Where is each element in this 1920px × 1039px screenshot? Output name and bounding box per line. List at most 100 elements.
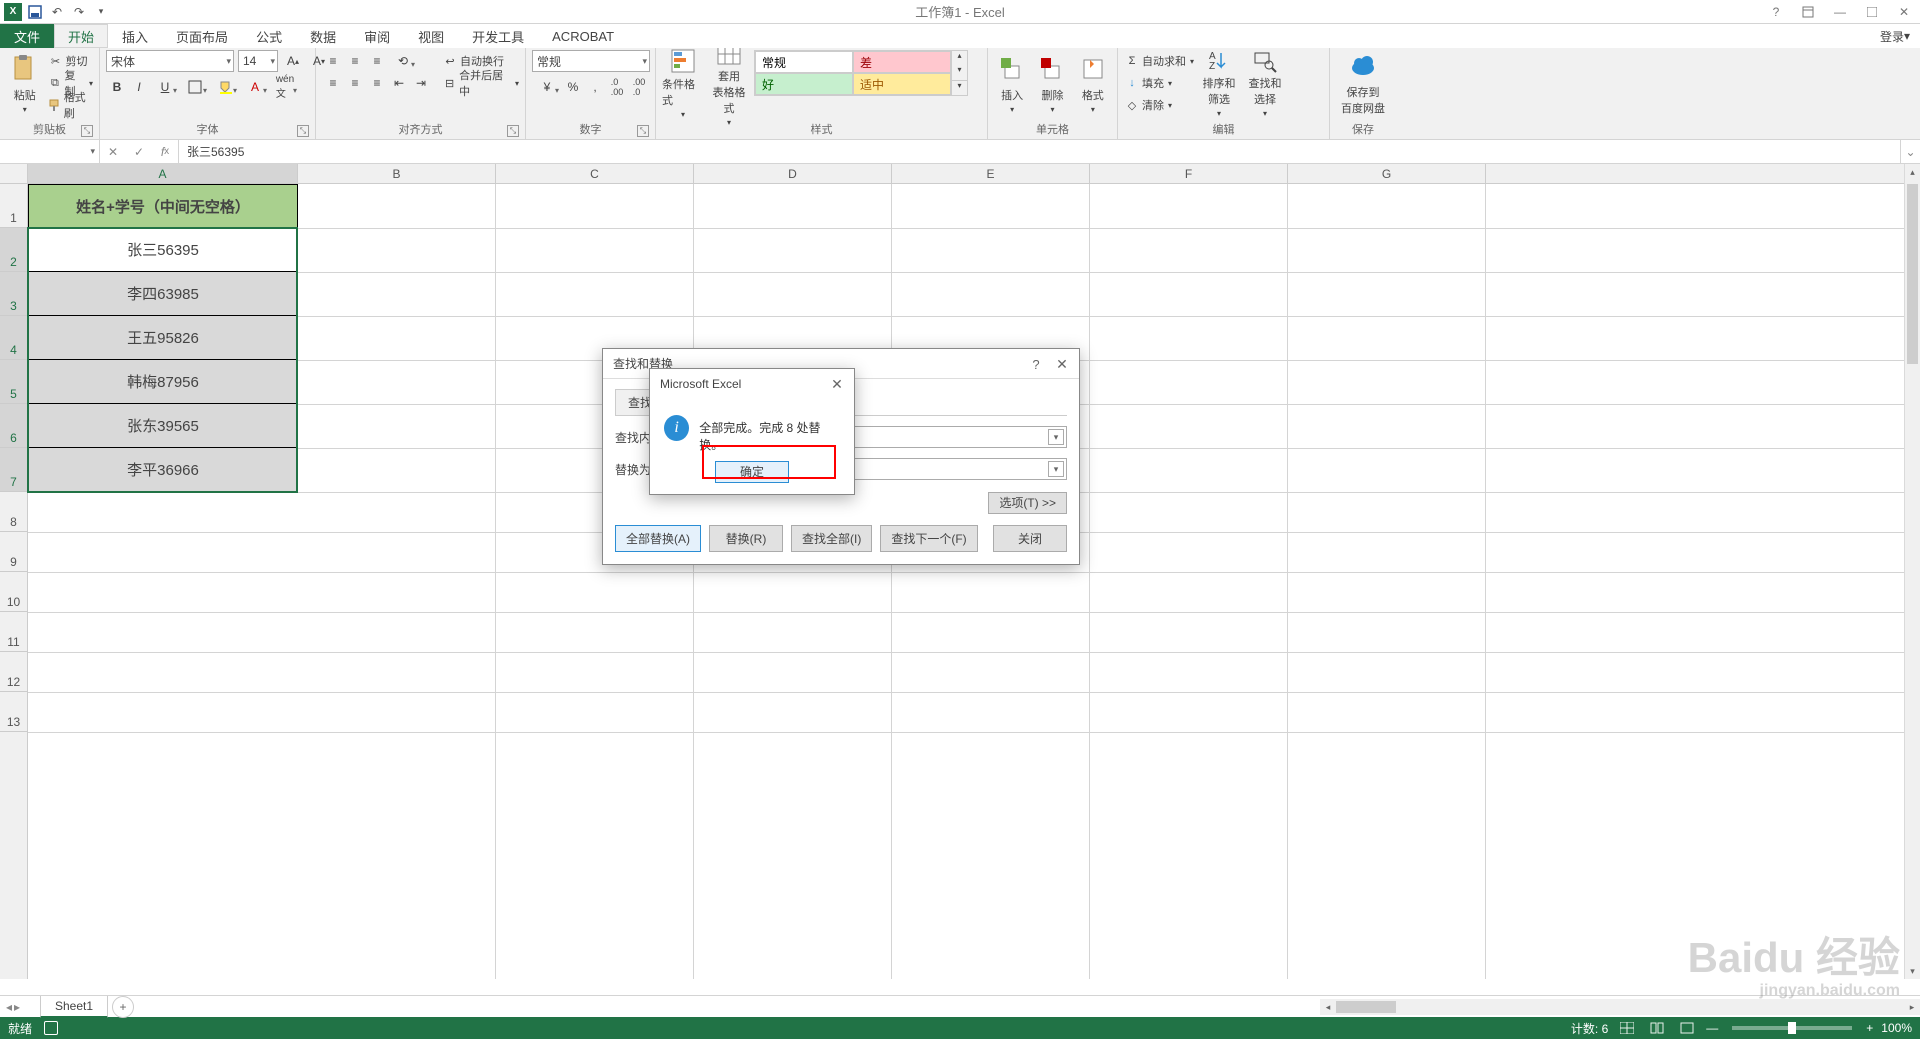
col-header-A[interactable]: A xyxy=(28,164,298,183)
row-header-6[interactable]: 6 xyxy=(0,404,27,448)
align-center-icon[interactable]: ≡ xyxy=(344,72,366,94)
increase-font-icon[interactable]: A▴ xyxy=(282,50,304,72)
replace-button[interactable]: 替换(R) xyxy=(709,525,783,552)
hscroll-right-icon[interactable]: ▸ xyxy=(1904,1002,1920,1013)
indent-decrease-icon[interactable]: ⇤ xyxy=(388,72,410,94)
dialog-help-icon[interactable]: ? xyxy=(1025,353,1047,375)
row-header-8[interactable]: 8 xyxy=(0,492,27,532)
fill-color-button[interactable] xyxy=(210,76,240,98)
currency-icon[interactable]: ¥ xyxy=(532,76,562,98)
col-header-E[interactable]: E xyxy=(892,164,1090,183)
select-all-corner[interactable] xyxy=(0,164,28,183)
options-button[interactable]: 选项(T) >> xyxy=(988,492,1067,514)
style-scroll-down-icon[interactable]: ▾ xyxy=(952,65,967,79)
qat-undo-icon[interactable]: ↶ xyxy=(48,3,66,21)
cell-A3[interactable]: 李四63985 xyxy=(28,272,298,316)
tab-developer[interactable]: 开发工具 xyxy=(458,24,538,48)
ribbon-display-icon[interactable] xyxy=(1796,2,1820,22)
alignment-launcher-icon[interactable]: ⤡ xyxy=(507,125,519,137)
row-header-13[interactable]: 13 xyxy=(0,692,27,732)
new-sheet-button[interactable]: + xyxy=(112,996,134,1018)
cell-A6[interactable]: 张东39565 xyxy=(28,404,298,448)
col-header-B[interactable]: B xyxy=(298,164,496,183)
find-select-button[interactable]: 查找和选择▾ xyxy=(1244,50,1286,116)
cell-A2[interactable]: 张三56395 xyxy=(28,228,298,272)
name-box[interactable]: ▾ xyxy=(0,140,100,163)
font-color-button[interactable]: A xyxy=(240,76,270,98)
align-top-icon[interactable]: ≡ xyxy=(322,50,344,72)
close-button[interactable]: 关闭 xyxy=(993,525,1067,552)
ok-button[interactable]: 确定 xyxy=(715,461,789,483)
col-header-C[interactable]: C xyxy=(496,164,694,183)
cancel-formula-icon[interactable]: ✕ xyxy=(100,145,126,159)
row-header-11[interactable]: 11 xyxy=(0,612,27,652)
style-bad[interactable]: 差 xyxy=(853,51,951,73)
bold-button[interactable]: B xyxy=(106,76,128,98)
find-next-button[interactable]: 查找下一个(F) xyxy=(880,525,977,552)
close-icon[interactable]: ✕ xyxy=(1892,2,1916,22)
align-left-icon[interactable]: ≡ xyxy=(322,72,344,94)
tab-data[interactable]: 数据 xyxy=(296,24,350,48)
underline-button[interactable]: U xyxy=(150,76,180,98)
sort-filter-button[interactable]: AZ排序和筛选▾ xyxy=(1198,50,1240,116)
row-header-10[interactable]: 10 xyxy=(0,572,27,612)
clipboard-launcher-icon[interactable]: ⤡ xyxy=(81,125,93,137)
indent-increase-icon[interactable]: ⇥ xyxy=(410,72,432,94)
merge-center-button[interactable]: ⊟合并后居中▾ xyxy=(442,72,519,94)
insert-function-icon[interactable]: fx xyxy=(152,145,178,159)
clear-button[interactable]: ◇清除▾ xyxy=(1124,94,1194,116)
tab-review[interactable]: 审阅 xyxy=(350,24,404,48)
percent-icon[interactable]: % xyxy=(562,76,584,98)
view-normal-icon[interactable] xyxy=(1616,1019,1638,1037)
find-dropdown-icon[interactable]: ▾ xyxy=(1048,429,1064,445)
find-all-button[interactable]: 查找全部(I) xyxy=(791,525,872,552)
orientation-icon[interactable]: ⟲ xyxy=(388,50,418,72)
tab-view[interactable]: 视图 xyxy=(404,24,458,48)
number-launcher-icon[interactable]: ⤡ xyxy=(637,125,649,137)
minimize-icon[interactable]: — xyxy=(1828,2,1852,22)
zoom-slider[interactable] xyxy=(1732,1026,1852,1030)
align-middle-icon[interactable]: ≡ xyxy=(344,50,366,72)
replace-all-button[interactable]: 全部替换(A) xyxy=(615,525,701,552)
zoom-percent[interactable]: 100% xyxy=(1881,1021,1912,1035)
row-header-2[interactable]: 2 xyxy=(0,228,27,272)
view-page-layout-icon[interactable] xyxy=(1646,1019,1668,1037)
format-painter-button[interactable]: 格式刷 xyxy=(47,94,93,116)
help-icon[interactable]: ? xyxy=(1764,2,1788,22)
insert-cells-button[interactable]: 插入▾ xyxy=(994,50,1030,116)
cell-A4[interactable]: 王五95826 xyxy=(28,316,298,360)
row-header-4[interactable]: 4 xyxy=(0,316,27,360)
row-header-1[interactable]: 1 xyxy=(0,184,27,228)
font-size-combo[interactable]: 14▾ xyxy=(238,50,278,72)
row-header-9[interactable]: 9 xyxy=(0,532,27,572)
tab-insert[interactable]: 插入 xyxy=(108,24,162,48)
vertical-scrollbar[interactable]: ▴ ▾ xyxy=(1904,164,1920,979)
cell-A5[interactable]: 韩梅87956 xyxy=(28,360,298,404)
increase-decimal-icon[interactable]: .0.00 xyxy=(606,76,628,98)
view-page-break-icon[interactable] xyxy=(1676,1019,1698,1037)
zoom-out-icon[interactable]: — xyxy=(1706,1021,1718,1035)
row-header-7[interactable]: 7 xyxy=(0,448,27,492)
delete-cells-button[interactable]: 删除▾ xyxy=(1034,50,1070,116)
autosum-button[interactable]: Σ自动求和▾ xyxy=(1124,50,1194,72)
sheet-tab-sheet1[interactable]: Sheet1 xyxy=(40,996,108,1018)
number-format-combo[interactable]: 常规▾ xyxy=(532,50,650,72)
style-normal[interactable]: 常规 xyxy=(755,51,853,73)
login-link[interactable]: 登录 ▾ xyxy=(1880,24,1910,48)
paste-button[interactable]: 粘贴▾ xyxy=(6,50,43,116)
style-neutral[interactable]: 适中 xyxy=(853,73,951,95)
border-button[interactable] xyxy=(180,76,210,98)
message-close-icon[interactable]: ✕ xyxy=(826,373,848,395)
col-header-D[interactable]: D xyxy=(694,164,892,183)
formula-input[interactable]: 张三56395 xyxy=(179,140,1900,163)
cell-A7[interactable]: 李平36966 xyxy=(28,448,298,492)
style-good[interactable]: 好 xyxy=(755,73,853,95)
sheet-nav-next-icon[interactable]: ▸ xyxy=(14,1000,20,1014)
tab-page-layout[interactable]: 页面布局 xyxy=(162,24,242,48)
save-baidu-button[interactable]: 保存到 百度网盘 xyxy=(1336,50,1390,116)
conditional-format-button[interactable]: 条件格式▾ xyxy=(662,50,704,116)
scroll-thumb-h[interactable] xyxy=(1336,1001,1396,1013)
format-cells-button[interactable]: 格式▾ xyxy=(1075,50,1111,116)
font-name-combo[interactable]: 宋体▾ xyxy=(106,50,234,72)
col-header-F[interactable]: F xyxy=(1090,164,1288,183)
